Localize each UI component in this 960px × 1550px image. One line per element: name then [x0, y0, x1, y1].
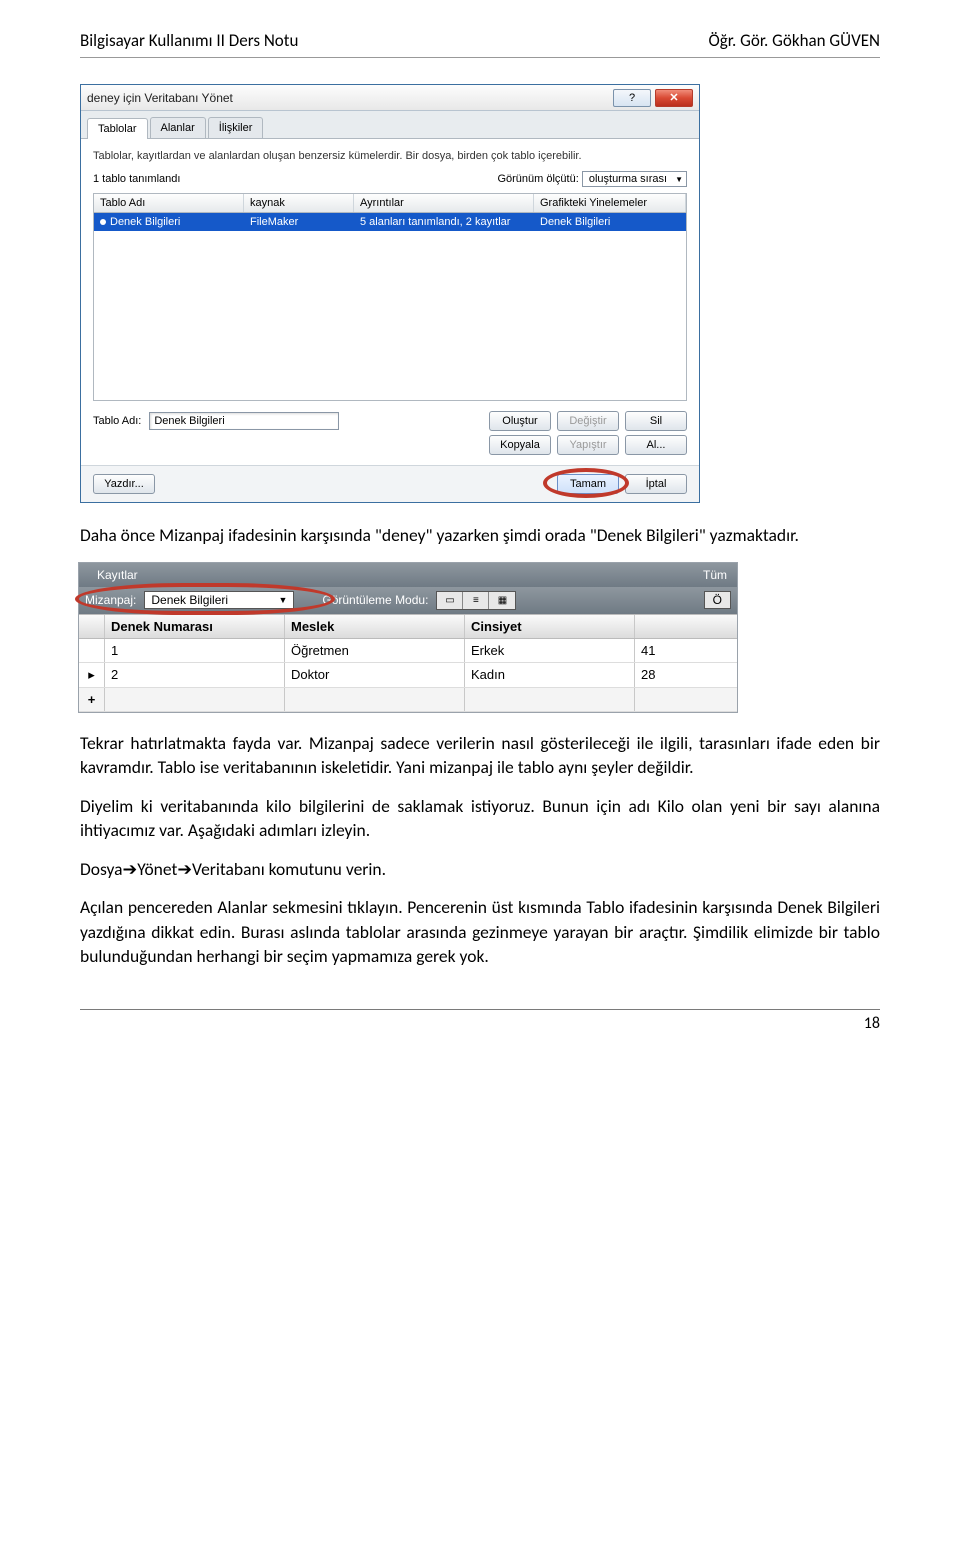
paragraph-3: Diyelim ki veritabanında kilo bilgilerin… — [80, 794, 880, 843]
tablename-label: Tablo Adı: — [93, 415, 141, 427]
table-count-label: 1 tablo tanımlandı — [93, 173, 180, 185]
cancel-button[interactable]: İptal — [625, 474, 687, 494]
row-bullet-icon — [100, 219, 106, 225]
change-button[interactable]: Değiştir — [557, 411, 619, 431]
help-button[interactable]: ? — [613, 89, 651, 107]
col-source[interactable]: kaynak — [244, 194, 354, 212]
paragraph-4: Dosya➔Yönet➔Veritabanı komutunu verin. — [80, 857, 880, 882]
import-button[interactable]: Al... — [625, 435, 687, 455]
chevron-down-icon: ▼ — [675, 175, 683, 184]
view-mode-label: Görüntüleme Modu: — [322, 593, 428, 607]
paragraph-2: Tekrar hatırlatmakta fayda var. Mizanpaj… — [80, 731, 880, 780]
col-occurrences[interactable]: Grafikteki Yinelemeler — [534, 194, 686, 212]
dialog-hint: Tablolar, kayıtlardan ve alanlardan oluş… — [93, 149, 687, 163]
header-right: Öğr. Gör. Gökhan GÜVEN — [709, 30, 880, 51]
create-button[interactable]: Oluştur — [489, 411, 551, 431]
view-form-icon[interactable]: ▭ — [437, 592, 463, 609]
col-details[interactable]: Ayrıntılar — [354, 194, 534, 212]
fm-col-job[interactable]: Meslek — [285, 615, 465, 638]
table-row[interactable]: Denek Bilgileri FileMaker 5 alanları tan… — [93, 213, 687, 231]
sort-combo[interactable]: oluşturma sırası ▼ — [582, 171, 687, 187]
db-manage-dialog: deney için Veritabanı Yönet ? ✕ Tablolar… — [80, 84, 700, 503]
records-right: Tüm — [703, 568, 727, 582]
right-button[interactable]: Ö — [704, 591, 731, 609]
layout-combo[interactable]: Denek Bilgileri ▼ — [144, 591, 294, 609]
layout-label: Mizanpaj: — [85, 593, 136, 607]
view-mode-segmented[interactable]: ▭ ≡ ▦ — [436, 591, 516, 610]
delete-button[interactable]: Sil — [625, 411, 687, 431]
fm-add-row[interactable]: + — [79, 688, 737, 712]
fm-row[interactable]: 1 Öğretmen Erkek 41 — [79, 639, 737, 663]
sort-label: Görünüm ölçütü: — [497, 173, 578, 185]
paragraph-1: Daha önce Mizanpaj ifadesinin karşısında… — [80, 523, 880, 548]
paste-button[interactable]: Yapıştır — [557, 435, 619, 455]
tab-tables[interactable]: Tablolar — [87, 118, 148, 139]
copy-button[interactable]: Kopyala — [489, 435, 551, 455]
print-button[interactable]: Yazdır... — [93, 474, 155, 494]
tab-fields[interactable]: Alanlar — [150, 117, 206, 138]
dialog-title: deney için Veritabanı Yönet — [87, 91, 609, 105]
fm-col-sex[interactable]: Cinsiyet — [465, 615, 635, 638]
tab-relations[interactable]: İlişkiler — [208, 117, 264, 138]
dialog-tabs: Tablolar Alanlar İlişkiler — [81, 111, 699, 139]
header-left: Bilgisayar Kullanımı II Ders Notu — [80, 30, 298, 51]
close-icon[interactable]: ✕ — [655, 89, 693, 107]
view-table-icon[interactable]: ▦ — [489, 592, 515, 609]
table-empty-area — [93, 231, 687, 401]
col-name[interactable]: Tablo Adı — [94, 194, 244, 212]
view-list-icon[interactable]: ≡ — [463, 592, 489, 609]
filemaker-strip: Kayıtlar Tüm Mizanpaj: Denek Bilgileri ▼… — [78, 562, 738, 713]
fm-col-num[interactable]: Denek Numarası — [105, 615, 285, 638]
page-number: 18 — [80, 1009, 880, 1033]
paragraph-5: Açılan pencereden Alanlar sekmesini tıkl… — [80, 895, 880, 969]
fm-header: Denek Numarası Meslek Cinsiyet — [79, 614, 737, 639]
table-header: Tablo Adı kaynak Ayrıntılar Grafikteki Y… — [93, 193, 687, 213]
fm-col-extra[interactable] — [635, 615, 737, 638]
records-label: Kayıtlar — [89, 566, 146, 584]
ok-button[interactable]: Tamam — [557, 474, 619, 494]
chevron-down-icon: ▼ — [278, 595, 287, 605]
page-header: Bilgisayar Kullanımı II Ders Notu Öğr. G… — [80, 30, 880, 58]
tablename-input[interactable] — [149, 412, 339, 430]
fm-row[interactable]: ▸ 2 Doktor Kadın 28 — [79, 663, 737, 688]
